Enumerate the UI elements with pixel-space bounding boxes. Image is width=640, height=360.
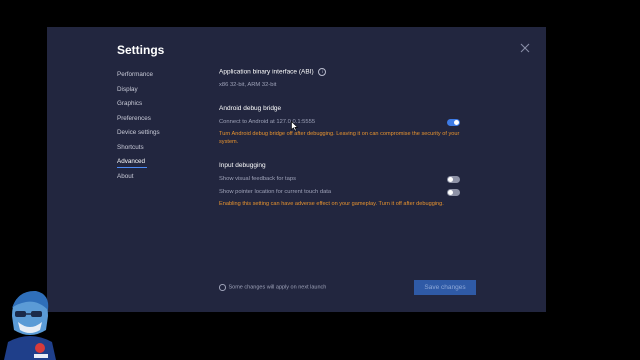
sidebar-item-graphics[interactable]: Graphics [117,100,142,107]
streamer-avatar-icon [4,290,56,360]
sidebar-item-performance[interactable]: Performance [117,71,153,78]
toggle-knob [454,120,459,125]
sidebar-item-about[interactable]: About [117,173,133,180]
abi-section-title: Application binary interface (ABI) i [219,68,327,76]
active-indicator [117,167,147,168]
save-changes-button[interactable]: Save changes [414,280,476,295]
info-icon[interactable]: i [318,68,327,76]
sidebar-item-label: Advanced [117,158,146,165]
visual-feedback-toggle[interactable] [447,176,460,183]
pointer-location-toggle[interactable] [447,189,460,196]
visual-feedback-label: Show visual feedback for taps [219,176,297,182]
adb-section-title: Android debug bridge [219,105,282,112]
sidebar-item-display[interactable]: Display [117,86,138,93]
dialog-title: Settings [117,43,165,57]
close-icon[interactable] [519,42,531,54]
abi-title: Application binary interface (ABI) [219,68,314,76]
info-icon [219,284,226,291]
sidebar-item-preferences[interactable]: Preferences [117,115,151,122]
adb-warning: Turn Android debug bridge off after debu… [219,131,460,145]
pointer-location-label: Show pointer location for current touch … [219,189,332,195]
toggle-knob [448,190,453,195]
input-debugging-title: Input debugging [219,162,266,169]
settings-dialog: Settings Performance Display Graphics Pr… [47,27,546,312]
sidebar-item-device-settings[interactable]: Device settings [117,129,160,136]
restart-note-text: Some changes will apply on next launch [228,284,327,291]
adb-toggle[interactable] [447,119,460,126]
toggle-knob [448,177,453,182]
input-debugging-warning: Enabling this setting can have adverse e… [219,201,444,207]
sidebar-item-shortcuts[interactable]: Shortcuts [117,144,144,151]
abi-value: x86 32-bit, ARM 32-bit [219,82,277,88]
mouse-cursor-icon [291,121,299,132]
sidebar-item-advanced[interactable]: Advanced [117,158,147,168]
adb-connect-label: Connect to Android at 127.0.0.1:5555 [219,119,316,125]
restart-note: Some changes will apply on next launch [219,284,326,291]
